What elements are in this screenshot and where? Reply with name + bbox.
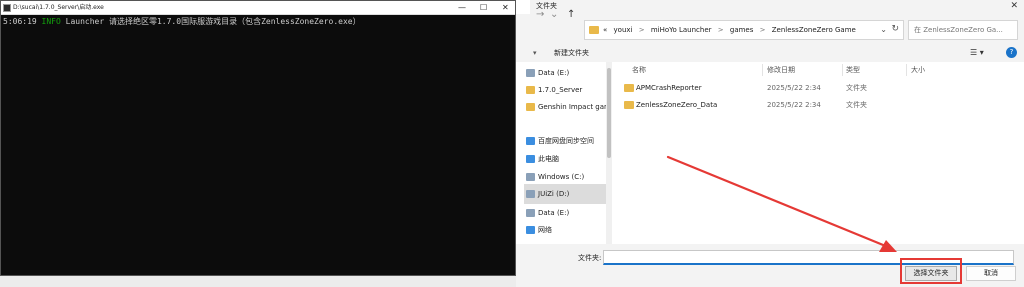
- dialog-toolbar: [516, 44, 1024, 62]
- cloud-icon: [526, 137, 535, 145]
- folder-icon: [589, 26, 599, 34]
- breadcrumb-item[interactable]: youxi: [614, 26, 633, 34]
- annotation-arrow-shaft: [666, 155, 890, 249]
- nav-item-genshin[interactable]: Genshin Impact gam: [524, 96, 606, 118]
- select-folder-button[interactable]: 选择文件夹: [905, 266, 957, 281]
- background-strip: [0, 276, 516, 287]
- console-title: D:\sucai\1.7.0_Server\启动.exe: [13, 4, 104, 11]
- drive-icon: [526, 69, 535, 77]
- nav-item-network[interactable]: 网络: [524, 219, 606, 241]
- forward-arrow-icon[interactable]: →: [536, 9, 544, 21]
- folder-icon: [526, 86, 535, 94]
- breadcrumb-item[interactable]: games: [730, 26, 754, 34]
- column-header-modified[interactable]: 修改日期: [767, 66, 795, 75]
- maximize-icon[interactable]: ☐: [480, 2, 487, 13]
- scrollbar-thumb[interactable]: [607, 68, 611, 158]
- drive-icon: [526, 190, 535, 198]
- breadcrumb-overflow[interactable]: «: [603, 26, 607, 34]
- column-divider[interactable]: [762, 64, 763, 76]
- column-header-name[interactable]: 名称: [632, 66, 646, 75]
- address-dropdown-icon[interactable]: ⌄: [880, 25, 887, 34]
- folder-icon: [526, 103, 535, 111]
- log-time: 5:06:19: [3, 17, 37, 26]
- dialog-close-icon[interactable]: ✕: [1010, 1, 1018, 12]
- screen: 文件夹 ✕ → ⌄ ↑ « youxi > miHoYo Launcher > …: [0, 0, 1024, 287]
- breadcrumb-item[interactable]: ZenlessZoneZero Game: [772, 26, 856, 34]
- minimize-icon[interactable]: —: [458, 2, 466, 13]
- file-row[interactable]: APMCrashReporter 2025/5/22 2:34 文件夹: [624, 80, 924, 96]
- refresh-icon[interactable]: ↻: [891, 24, 899, 34]
- navigation-pane: Data (E:) 1.7.0_Server Genshin Impact ga…: [524, 62, 606, 244]
- column-header-type[interactable]: 类型: [846, 66, 860, 75]
- nav-item-juizi-d[interactable]: JUiZi (D:): [524, 184, 606, 204]
- search-input[interactable]: 在 ZenlessZoneZero Ga...: [908, 20, 1018, 40]
- breadcrumb: « youxi > miHoYo Launcher > games > Zenl…: [603, 26, 860, 35]
- file-row[interactable]: ZenlessZoneZero_Data 2025/5/22 2:34 文件夹: [624, 97, 924, 113]
- new-folder-button[interactable]: 新建文件夹: [554, 49, 589, 58]
- console-output[interactable]: 5:06:19 INFO Launcher 请选择绝区零1.7.0国际服游戏目录…: [1, 15, 515, 275]
- address-bar[interactable]: « youxi > miHoYo Launcher > games > Zenl…: [584, 20, 904, 40]
- network-icon: [526, 226, 535, 234]
- drive-icon: [526, 209, 535, 217]
- organize-dropdown-icon[interactable]: ▾: [533, 49, 537, 57]
- dialog-titlebar: 文件夹 ✕: [530, 0, 1024, 14]
- log-message: Launcher 请选择绝区零1.7.0国际服游戏目录（包含ZenlessZon…: [65, 17, 361, 26]
- drive-icon: [526, 173, 535, 181]
- breadcrumb-separator: >: [717, 26, 724, 34]
- console-titlebar: D:\sucai\1.7.0_Server\启动.exe — ☐ ✕: [1, 1, 515, 15]
- log-level: INFO: [41, 17, 61, 26]
- recent-dropdown-icon[interactable]: ⌄: [550, 9, 558, 21]
- pc-icon: [526, 155, 535, 163]
- folder-field-label: 文件夹:: [578, 254, 602, 262]
- breadcrumb-separator: >: [759, 26, 766, 34]
- folder-icon: [624, 84, 634, 92]
- column-divider[interactable]: [842, 64, 843, 76]
- breadcrumb-item[interactable]: miHoYo Launcher: [651, 26, 712, 34]
- help-icon[interactable]: ?: [1006, 47, 1017, 58]
- console-app-icon: [3, 4, 11, 12]
- close-icon[interactable]: ✕: [502, 2, 509, 13]
- folder-icon: [624, 101, 634, 109]
- column-divider[interactable]: [906, 64, 907, 76]
- column-header-size[interactable]: 大小: [911, 66, 925, 75]
- console-window: D:\sucai\1.7.0_Server\启动.exe — ☐ ✕ 5:06:…: [0, 0, 516, 276]
- breadcrumb-separator: >: [638, 26, 645, 34]
- up-arrow-icon[interactable]: ↑: [567, 9, 575, 21]
- folder-name-input[interactable]: [603, 250, 1014, 265]
- cancel-button[interactable]: 取消: [966, 266, 1016, 281]
- nav-pane-scrollbar[interactable]: [606, 62, 612, 244]
- view-options-icon[interactable]: ☰ ▾: [970, 48, 984, 57]
